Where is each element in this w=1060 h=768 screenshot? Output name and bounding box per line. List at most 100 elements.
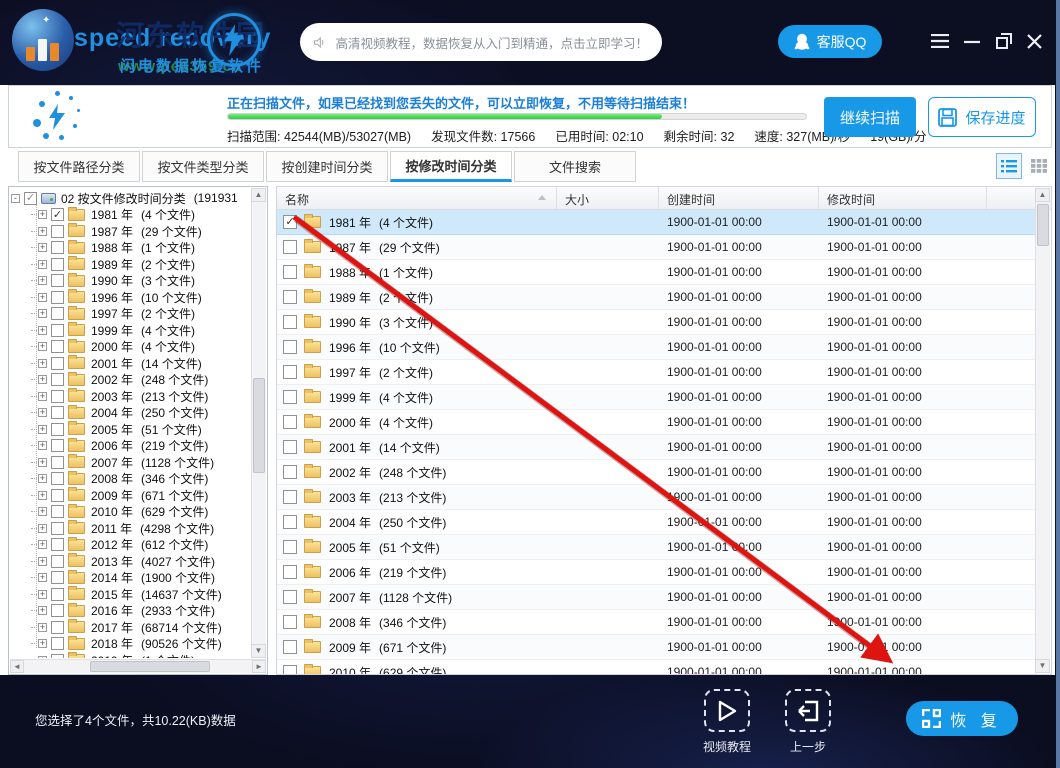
tree-item-1990[interactable]: 1990 年 (3 个文件): [11, 273, 250, 290]
tree-item-1989[interactable]: 1989 年 (2 个文件): [11, 256, 250, 273]
tree-item-1988[interactable]: 1988 年 (1 个文件): [11, 240, 250, 257]
menu-button[interactable]: [928, 30, 952, 52]
save-progress-button[interactable]: 保存进度: [928, 97, 1036, 137]
tab-by-file-type[interactable]: 按文件类型分类: [142, 151, 264, 182]
expand-icon[interactable]: [38, 491, 47, 500]
tab-by-file-path[interactable]: 按文件路径分类: [18, 151, 140, 182]
row-checkbox[interactable]: [283, 315, 297, 329]
tree-item-2001[interactable]: 2001 年 (14 个文件): [11, 355, 250, 372]
row-checkbox[interactable]: [283, 365, 297, 379]
tree-checkbox[interactable]: [51, 456, 64, 469]
expand-icon[interactable]: [38, 458, 47, 467]
row-checkbox[interactable]: [283, 290, 297, 304]
table-vertical-scrollbar[interactable]: ▲ ▼: [1035, 188, 1050, 673]
tree-checkbox[interactable]: [51, 654, 64, 658]
expand-icon[interactable]: [38, 375, 47, 384]
table-row-1999[interactable]: 1999 年 (4 个文件) 1900-01-01 00:00 1900-01-…: [277, 385, 1036, 410]
column-header-modified[interactable]: 修改时间: [819, 187, 987, 209]
tree-checkbox[interactable]: [51, 307, 64, 320]
scroll-left-icon[interactable]: ◄: [10, 660, 24, 673]
tree-item-2016[interactable]: 2016 年 (2933 个文件): [11, 603, 250, 620]
tree-item-2018[interactable]: 2018 年 (90526 个文件): [11, 636, 250, 653]
expand-icon[interactable]: [38, 260, 47, 269]
table-scroll-thumb[interactable]: [1037, 204, 1049, 246]
tree-checkbox[interactable]: [51, 439, 64, 452]
tree-checkbox[interactable]: [51, 225, 64, 238]
table-scroll-up-icon[interactable]: ▲: [1035, 188, 1050, 202]
tree-checkbox[interactable]: [51, 505, 64, 518]
tree-checkbox[interactable]: [51, 604, 64, 617]
expand-icon[interactable]: [38, 309, 47, 318]
tree-scroll-thumb[interactable]: [253, 378, 265, 473]
table-row-2006[interactable]: 2006 年 (219 个文件) 1900-01-01 00:00 1900-0…: [277, 560, 1036, 585]
tree-checkbox[interactable]: [51, 208, 64, 221]
tree-item-1987[interactable]: 1987 年 (29 个文件): [11, 223, 250, 240]
expand-icon[interactable]: [38, 623, 47, 632]
expand-icon[interactable]: [38, 408, 47, 417]
table-row-2004[interactable]: 2004 年 (250 个文件) 1900-01-01 00:00 1900-0…: [277, 510, 1036, 535]
tree-checkbox[interactable]: [51, 357, 64, 370]
maximize-button[interactable]: [992, 30, 1016, 52]
continue-scan-button[interactable]: 继续扫描: [824, 97, 916, 137]
table-row-1990[interactable]: 1990 年 (3 个文件) 1900-01-01 00:00 1900-01-…: [277, 310, 1036, 335]
expand-icon[interactable]: [38, 639, 47, 648]
expand-icon[interactable]: [38, 392, 47, 401]
tree-item-2007[interactable]: 2007 年 (1128 个文件): [11, 454, 250, 471]
table-row-2000[interactable]: 2000 年 (4 个文件) 1900-01-01 00:00 1900-01-…: [277, 410, 1036, 435]
table-row-2008[interactable]: 2008 年 (346 个文件) 1900-01-01 00:00 1900-0…: [277, 610, 1036, 635]
tree-item-2002[interactable]: 2002 年 (248 个文件): [11, 372, 250, 389]
expand-icon[interactable]: [38, 210, 47, 219]
tree-item-2004[interactable]: 2004 年 (250 个文件): [11, 405, 250, 422]
tree-vertical-scrollbar[interactable]: ▲ ▼: [251, 188, 266, 658]
tree-checkbox[interactable]: [51, 274, 64, 287]
row-checkbox[interactable]: [283, 440, 297, 454]
tree-checkbox[interactable]: [51, 406, 64, 419]
tab-file-search[interactable]: 文件搜索: [514, 151, 636, 182]
row-checkbox[interactable]: [283, 265, 297, 279]
tree-checkbox[interactable]: [51, 571, 64, 584]
tree-item-2017[interactable]: 2017 年 (68714 个文件): [11, 619, 250, 636]
expand-icon[interactable]: [38, 441, 47, 450]
tree-item-2000[interactable]: 2000 年 (4 个文件): [11, 339, 250, 356]
tree-item-2006[interactable]: 2006 年 (219 个文件): [11, 438, 250, 455]
table-row-2009[interactable]: 2009 年 (671 个文件) 1900-01-01 00:00 1900-0…: [277, 635, 1036, 660]
tree-item-2012[interactable]: 2012 年 (612 个文件): [11, 537, 250, 554]
row-checkbox[interactable]: [283, 665, 297, 674]
expand-icon[interactable]: [38, 243, 47, 252]
close-button[interactable]: [1022, 30, 1046, 52]
row-checkbox[interactable]: [283, 240, 297, 254]
tree-item-1981[interactable]: 1981 年 (4 个文件): [11, 207, 250, 224]
expand-icon[interactable]: [38, 425, 47, 434]
scroll-right-icon[interactable]: ►: [252, 660, 266, 673]
expand-icon[interactable]: [38, 540, 47, 549]
tree-checkbox[interactable]: [51, 390, 64, 403]
table-row-2005[interactable]: 2005 年 (51 个文件) 1900-01-01 00:00 1900-01…: [277, 535, 1036, 560]
tree-item-2014[interactable]: 2014 年 (1900 个文件): [11, 570, 250, 587]
expand-icon[interactable]: [38, 507, 47, 516]
previous-step-button[interactable]: [785, 689, 831, 732]
table-row-1997[interactable]: 1997 年 (2 个文件) 1900-01-01 00:00 1900-01-…: [277, 360, 1036, 385]
row-checkbox[interactable]: [283, 640, 297, 654]
tree-checkbox[interactable]: [51, 324, 64, 337]
video-tutorial-button[interactable]: [704, 689, 750, 732]
tree-checkbox[interactable]: [51, 291, 64, 304]
row-checkbox[interactable]: [283, 540, 297, 554]
tree-item-2011[interactable]: 2011 年 (4298 个文件): [11, 520, 250, 537]
tree-checkbox[interactable]: [51, 538, 64, 551]
tab-by-modified-time[interactable]: 按修改时间分类: [390, 151, 512, 182]
tree-item-2015[interactable]: 2015 年 (14637 个文件): [11, 586, 250, 603]
expand-icon[interactable]: [38, 359, 47, 368]
tree-checkbox[interactable]: [51, 588, 64, 601]
expand-icon[interactable]: [38, 606, 47, 615]
tree-item-1996[interactable]: 1996 年 (10 个文件): [11, 289, 250, 306]
tree-checkbox[interactable]: [51, 637, 64, 650]
tree-item-2010[interactable]: 2010 年 (629 个文件): [11, 504, 250, 521]
expand-icon[interactable]: [38, 474, 47, 483]
scroll-down-icon[interactable]: ▼: [251, 644, 266, 658]
table-row-2002[interactable]: 2002 年 (248 个文件) 1900-01-01 00:00 1900-0…: [277, 460, 1036, 485]
expand-icon[interactable]: [38, 590, 47, 599]
row-checkbox[interactable]: [283, 390, 297, 404]
tree-item-2019[interactable]: 2019 年 (1 个文件): [11, 652, 250, 658]
table-row-1981[interactable]: 1981 年 (4 个文件) 1900-01-01 00:00 1900-01-…: [277, 210, 1036, 235]
grid-view-button[interactable]: [1026, 153, 1052, 179]
